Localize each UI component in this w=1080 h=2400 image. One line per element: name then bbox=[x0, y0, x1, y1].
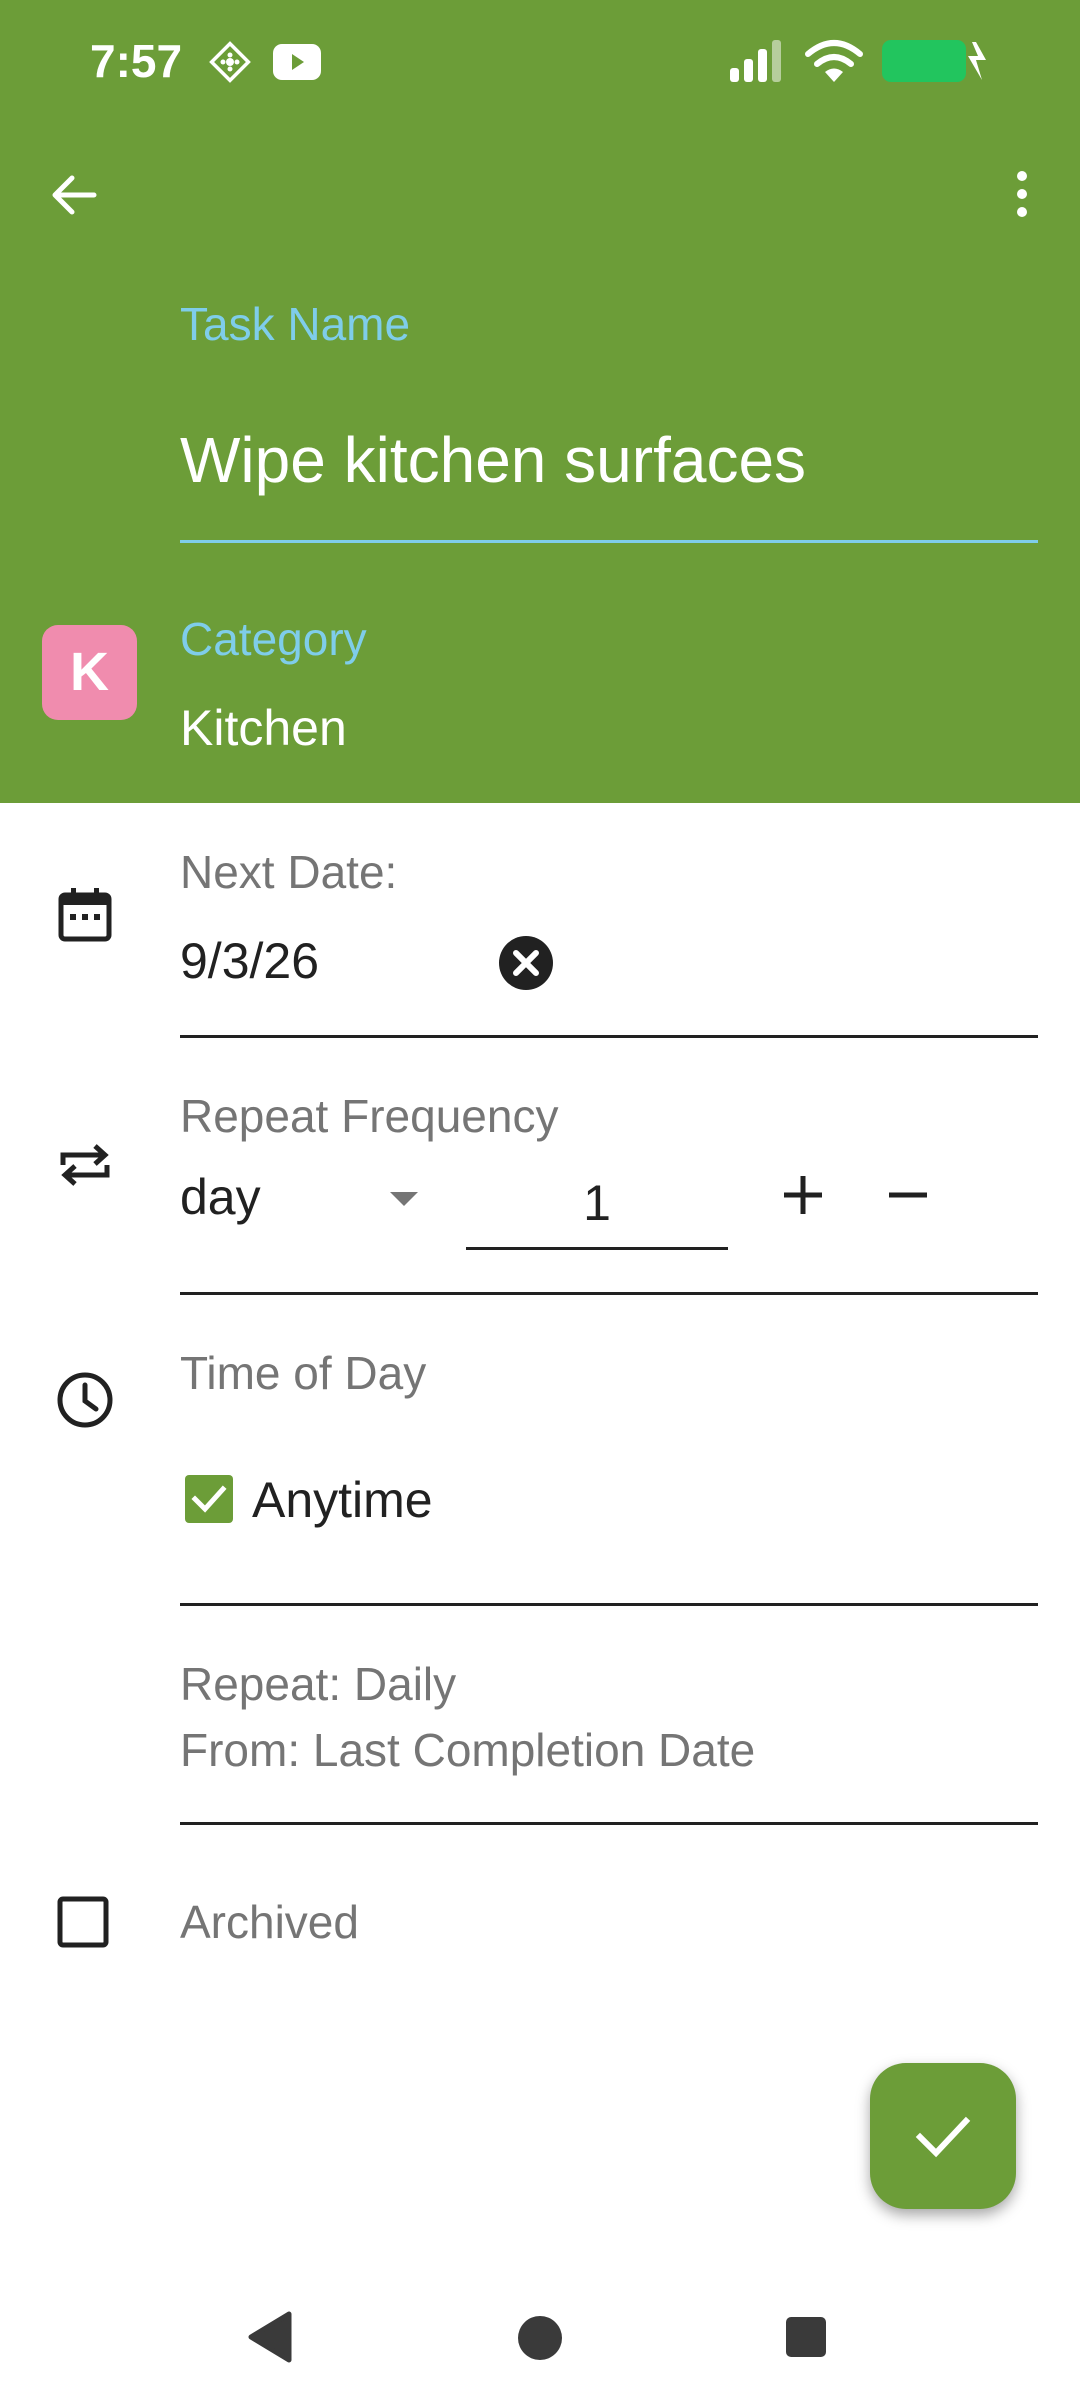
from-summary: From: Last Completion Date bbox=[180, 1724, 756, 1776]
nav-home-icon bbox=[518, 2316, 562, 2360]
clear-circle-icon bbox=[499, 936, 553, 990]
repeat-frequency-divider bbox=[180, 1292, 1038, 1295]
settings-diamond-icon bbox=[208, 40, 252, 89]
category-value[interactable]: Kitchen bbox=[180, 698, 347, 758]
next-date-divider bbox=[180, 1035, 1038, 1038]
nav-recents-icon bbox=[786, 2317, 826, 2357]
more-vert-icon bbox=[1017, 171, 1027, 217]
time-of-day-label: Time of Day bbox=[180, 1347, 427, 1399]
check-icon bbox=[915, 2116, 971, 2158]
nav-back-button[interactable] bbox=[245, 2310, 295, 2369]
save-button[interactable] bbox=[870, 2063, 1016, 2209]
clear-date-button[interactable] bbox=[498, 935, 554, 996]
archived-checkbox[interactable] bbox=[57, 1896, 109, 1953]
category-avatar: K bbox=[42, 625, 137, 720]
task-name-label: Task Name bbox=[180, 298, 411, 350]
frequency-unit-dropdown[interactable]: day bbox=[180, 1166, 261, 1228]
next-date-label: Next Date: bbox=[180, 846, 398, 898]
calendar-icon bbox=[55, 885, 115, 945]
time-of-day-divider bbox=[180, 1603, 1038, 1606]
checkbox-unchecked-icon bbox=[57, 1896, 109, 1948]
nav-home-button[interactable] bbox=[514, 2312, 566, 2369]
frequency-count-input[interactable]: 1 bbox=[466, 1172, 728, 1234]
status-bar: 7:57 bbox=[0, 0, 1080, 120]
decrement-button[interactable] bbox=[885, 1172, 931, 1223]
frequency-count-underline bbox=[466, 1247, 728, 1250]
back-button[interactable] bbox=[44, 165, 104, 230]
task-name-underline bbox=[180, 540, 1038, 543]
task-name-input[interactable]: Wipe kitchen surfaces bbox=[180, 420, 806, 500]
anytime-checkbox[interactable] bbox=[185, 1475, 233, 1528]
repeat-frequency-label: Repeat Frequency bbox=[180, 1090, 559, 1142]
next-date-value[interactable]: 9/3/26 bbox=[180, 930, 319, 992]
clock-icon bbox=[55, 1370, 115, 1430]
summary-divider bbox=[180, 1822, 1038, 1825]
category-label: Category bbox=[180, 613, 367, 665]
battery-charging-icon bbox=[882, 40, 990, 87]
repeat-icon bbox=[55, 1135, 115, 1195]
wifi-icon bbox=[804, 38, 864, 89]
more-options-button[interactable] bbox=[1000, 165, 1044, 230]
arrow-left-icon bbox=[52, 175, 97, 215]
nav-back-icon bbox=[248, 2311, 292, 2363]
increment-button[interactable] bbox=[780, 1172, 826, 1223]
nav-recents-button[interactable] bbox=[783, 2314, 829, 2365]
anytime-label[interactable]: Anytime bbox=[252, 1469, 433, 1531]
checkbox-checked-icon bbox=[185, 1475, 233, 1523]
plus-icon bbox=[784, 1176, 822, 1214]
status-time: 7:57 bbox=[90, 35, 183, 87]
signal-icon bbox=[728, 38, 788, 89]
task-header: 7:57 Task Name Wipe kitchen surfaces K C… bbox=[0, 0, 1080, 803]
repeat-summary: Repeat: Daily bbox=[180, 1658, 457, 1710]
minus-icon bbox=[889, 1192, 927, 1198]
archived-label[interactable]: Archived bbox=[180, 1893, 359, 1951]
chevron-down-icon[interactable] bbox=[388, 1190, 420, 1213]
youtube-icon bbox=[273, 44, 321, 85]
